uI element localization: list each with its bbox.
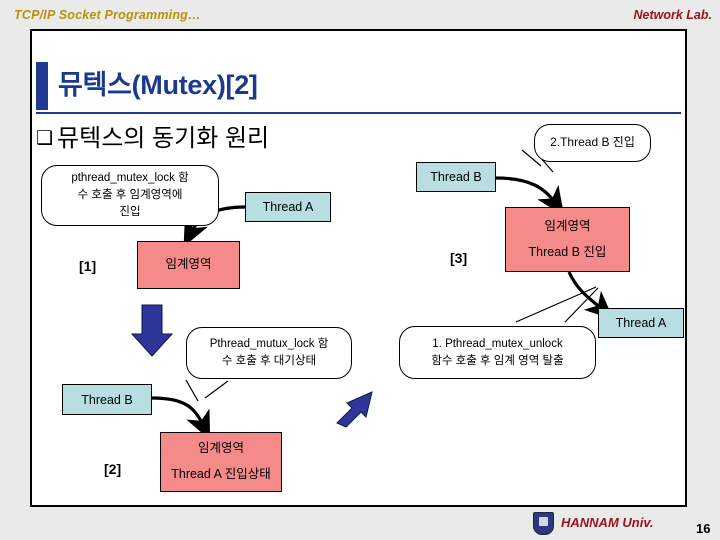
thread-a-right-box[interactable]: Thread A (598, 308, 684, 338)
step-label-1: [1] (79, 258, 97, 274)
critical-section-2-line1: 임계영역 (197, 441, 244, 456)
title-underline (36, 112, 681, 114)
critical-section-3-line1: 임계영역 (544, 218, 591, 233)
header-right-text: Network Lab. (633, 8, 713, 22)
page-title: 뮤텍스(Mutex)[2] (58, 70, 258, 100)
hannam-logo-icon (533, 512, 554, 535)
critical-section-1-box[interactable]: 임계영역 (137, 241, 240, 289)
critical-section-2-line2: Thread A 진입상태 (171, 467, 271, 481)
section-heading-label: 뮤텍스의 동기화 원리 (57, 125, 270, 152)
thread-b-top-label: Thread B (430, 170, 482, 184)
thread-a-top-label: Thread A (262, 200, 314, 214)
thread-b-bottom-label: Thread B (81, 392, 133, 407)
title-accent-bar (36, 62, 48, 110)
callout-lock-enter-text: pthread_mutex_lock 함 수 호출 후 임계영역에 진입 (71, 172, 189, 218)
callout-lock-enter: pthread_mutex_lock 함 수 호출 후 임계영역에 진입 (41, 165, 219, 226)
critical-section-3-box[interactable]: 임계영역 Thread B 진입 (505, 207, 630, 272)
step-label-3: [3] (450, 250, 468, 266)
thread-a-top-box[interactable]: Thread A (245, 192, 331, 222)
thread-b-top-box[interactable]: Thread B (416, 162, 496, 192)
callout-unlock-exit-text: 1. Pthread_mutex_unlock 함수 호출 후 임계 영역 탈출 (431, 337, 564, 367)
page-number: 16 (696, 521, 711, 536)
critical-section-2-box[interactable]: 임계영역 Thread A 진입상태 (160, 432, 282, 492)
callout-lock-wait: Pthread_mutux_lock 함 수 호출 후 대기상태 (186, 327, 352, 379)
header-left-text: TCP/IP Socket Programming… (14, 8, 201, 22)
slide-canvas: TCP/IP Socket Programming… Network Lab. … (0, 0, 720, 540)
step-label-2: [2] (104, 461, 122, 477)
bullet-square-icon: ❑ (36, 127, 54, 149)
callout-thread-b-enter-text: 2.Thread B 진입 (550, 135, 635, 150)
callout-unlock-exit: 1. Pthread_mutex_unlock 함수 호출 후 임계 영역 탈출 (399, 326, 596, 379)
callout-thread-b-enter: 2.Thread B 진입 (534, 124, 651, 162)
critical-section-1-line1: 임계영역 (165, 257, 212, 272)
thread-b-bottom-box[interactable]: Thread B (62, 384, 152, 415)
university-label: HANNAM Univ. (561, 515, 654, 530)
section-heading: ❑ 뮤텍스의 동기화 원리 (36, 118, 269, 153)
callout-lock-wait-text: Pthread_mutux_lock 함 수 호출 후 대기상태 (209, 338, 329, 367)
thread-a-right-label: Thread A (615, 316, 667, 330)
critical-section-3-line2: Thread B 진입 (528, 244, 607, 259)
